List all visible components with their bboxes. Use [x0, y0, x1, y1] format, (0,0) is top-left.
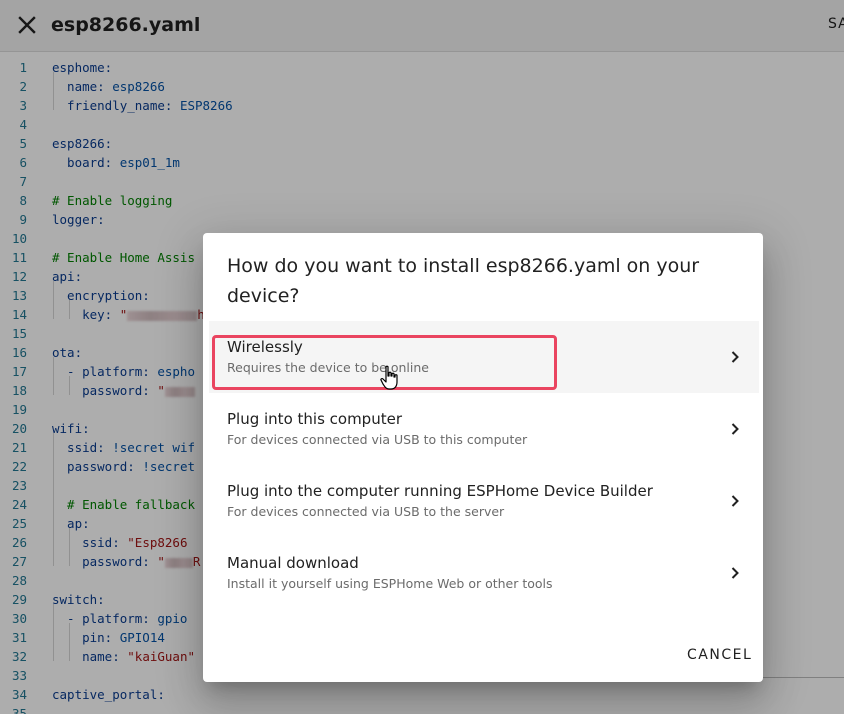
chevron-right-icon	[731, 351, 739, 363]
chevron-right-icon	[731, 495, 739, 507]
chevron-right-icon	[731, 567, 739, 579]
option-plug-this-computer[interactable]: Plug into this computer For devices conn…	[209, 393, 759, 465]
option-title: Manual download	[227, 554, 359, 572]
option-title: Wirelessly	[227, 338, 303, 356]
option-subtitle: Install it yourself using ESPHome Web or…	[227, 576, 553, 591]
option-manual-download[interactable]: Manual download Install it yourself usin…	[209, 537, 759, 609]
option-title: Plug into this computer	[227, 410, 402, 428]
option-wirelessly[interactable]: Wirelessly Requires the device to be onl…	[209, 321, 759, 393]
install-dialog: How do you want to install esp8266.yaml …	[203, 233, 763, 682]
option-subtitle: For devices connected via USB to this co…	[227, 432, 528, 447]
dialog-title: How do you want to install esp8266.yaml …	[227, 255, 700, 307]
hand-pointer-icon	[380, 365, 398, 390]
option-title: Plug into the computer running ESPHome D…	[227, 482, 653, 500]
chevron-right-icon	[731, 423, 739, 435]
option-plug-server-computer[interactable]: Plug into the computer running ESPHome D…	[209, 465, 759, 537]
option-subtitle: For devices connected via USB to the ser…	[227, 504, 505, 519]
cancel-button[interactable]: CANCEL	[687, 647, 752, 663]
